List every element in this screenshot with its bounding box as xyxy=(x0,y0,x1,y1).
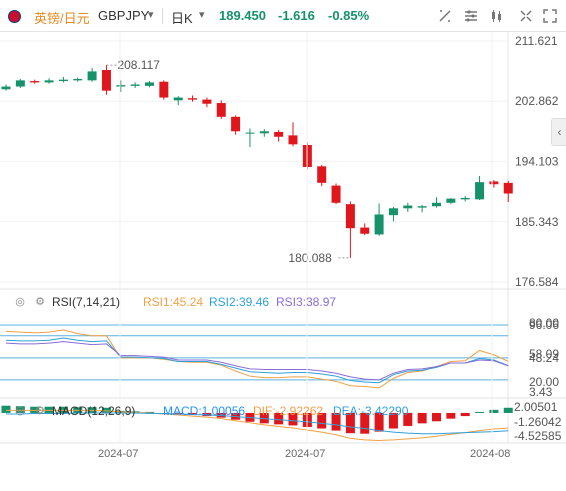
candle-body xyxy=(432,202,441,207)
candle-body xyxy=(231,116,241,132)
macd-axis-label: -4.52585 xyxy=(514,429,562,443)
candle-body xyxy=(216,103,226,117)
price-axis-label: 176.584 xyxy=(515,275,559,289)
macd-histogram-bar xyxy=(1,405,11,413)
rsi-axis-label: 48.24 xyxy=(529,351,559,365)
hide-indicator-eye-icon[interactable]: ◎ xyxy=(14,405,26,417)
candle-body xyxy=(288,135,298,145)
price-axis-label: 211.621 xyxy=(515,34,558,48)
low-price-label: 180.088 xyxy=(288,251,332,265)
candle-body xyxy=(360,227,370,234)
candle-body xyxy=(331,185,341,203)
candle-body xyxy=(403,205,413,209)
macd-histogram-bar xyxy=(489,409,499,413)
macd-value: MACD:1.00056 xyxy=(163,404,246,418)
candle-body xyxy=(188,98,198,100)
candle-body xyxy=(317,166,327,183)
candle-body xyxy=(202,99,212,104)
time-axis-label: 2024-08 xyxy=(470,448,510,460)
macd-histogram-bar xyxy=(503,407,513,413)
macd-histogram-bar xyxy=(475,411,485,413)
candle-body xyxy=(374,214,384,235)
macd-axis-label: 2.00501 xyxy=(514,400,558,414)
hide-indicator-eye-icon[interactable]: ◎ xyxy=(14,296,26,308)
candle-body xyxy=(173,97,183,101)
candle-body xyxy=(15,80,25,87)
candle-body xyxy=(245,132,255,134)
side-panel-chevron-icon[interactable]: ‹ xyxy=(551,118,566,146)
high-price-label: 208.117 xyxy=(117,58,160,72)
candle-body xyxy=(101,70,111,91)
rsi-line-rsi3 xyxy=(5,341,509,381)
rsi-line-rsi1 xyxy=(5,329,509,389)
macd-histogram-bar xyxy=(432,412,441,422)
candle-body xyxy=(30,81,40,83)
macd-histogram-bar xyxy=(446,412,456,419)
rsi2-value: RSI2:39.46 xyxy=(209,295,270,309)
candle-body xyxy=(259,131,269,134)
candle-body xyxy=(159,81,169,98)
rsi-axis-label: 3.43 xyxy=(529,385,553,399)
macd-axis-label: -1.26042 xyxy=(514,415,562,429)
candle-body xyxy=(345,204,355,229)
candle-body xyxy=(503,182,513,194)
candle-body xyxy=(87,71,97,81)
indicator-settings-gear-icon[interactable]: ⚙ xyxy=(34,405,46,417)
rsi-title: RSI(7,14,21) xyxy=(52,295,121,309)
price-axis-label: 194.103 xyxy=(515,154,559,168)
candle-body xyxy=(274,131,284,137)
candle-body xyxy=(145,82,154,86)
price-axis-label: 202.862 xyxy=(515,94,559,108)
rsi1-value: RSI1:45.24 xyxy=(143,295,204,309)
time-axis-label: 2024-07 xyxy=(98,448,138,460)
candle-body xyxy=(1,86,11,90)
time-axis-label: 2024-07 xyxy=(285,448,325,460)
candle-body xyxy=(388,208,398,216)
candle-body xyxy=(489,181,499,185)
indicator-settings-gear-icon[interactable]: ⚙ xyxy=(34,296,46,308)
price-axis-label: 185.343 xyxy=(515,215,559,229)
rsi-axis-label: 80.00 xyxy=(529,316,559,330)
candle-body xyxy=(58,79,68,82)
candle-body xyxy=(417,206,427,208)
macd-title: MACD(12,26,9) xyxy=(52,404,136,418)
candle-body xyxy=(116,85,126,87)
candle-body xyxy=(73,78,83,81)
dea-value: DEA:-3.42290 xyxy=(333,404,409,418)
candle-body xyxy=(130,84,140,86)
candle-body xyxy=(44,80,54,83)
candle-body xyxy=(460,197,470,200)
rsi-line-rsi2 xyxy=(5,337,509,384)
macd-histogram-bar xyxy=(460,412,470,417)
macd-histogram-bar xyxy=(417,412,427,424)
candle-body xyxy=(475,182,485,200)
candle-body xyxy=(446,198,456,203)
rsi3-value: RSI3:38.97 xyxy=(276,295,337,309)
dif-value: DIF:-2.92262 xyxy=(253,404,324,418)
